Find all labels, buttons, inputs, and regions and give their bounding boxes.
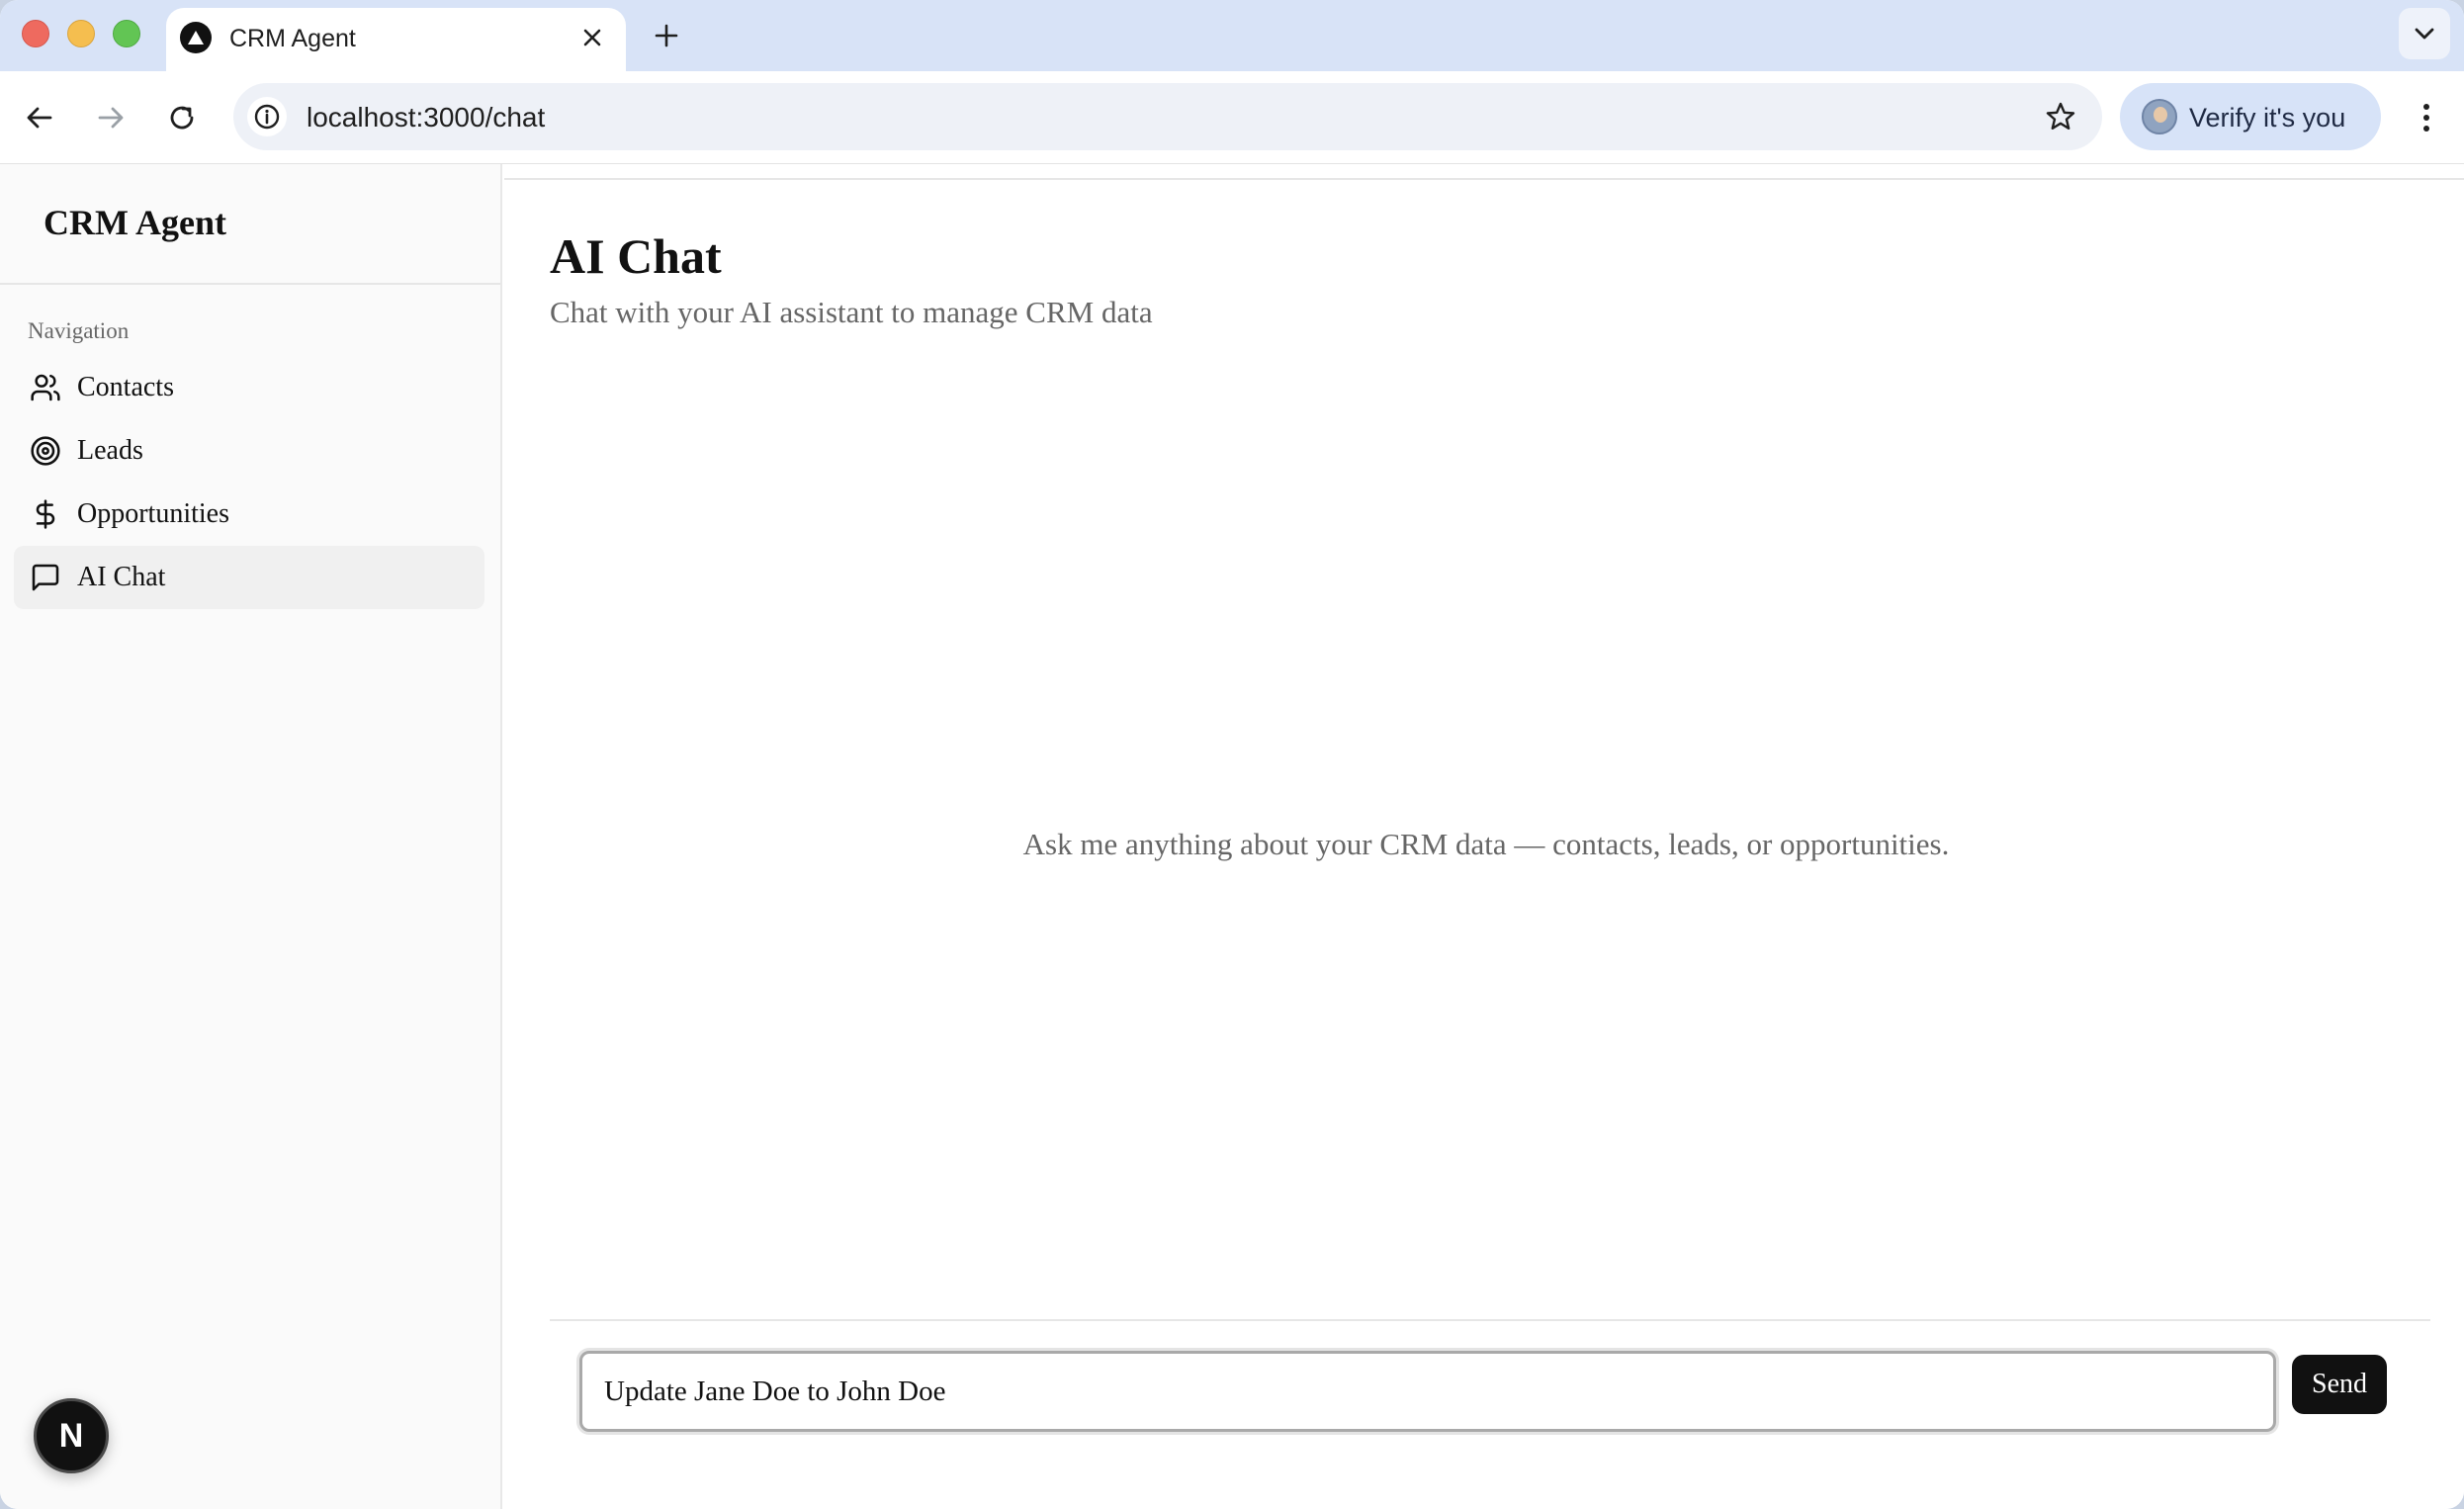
- page-title: AI Chat: [550, 228, 722, 284]
- message-square-icon: [28, 560, 63, 595]
- address-bar[interactable]: localhost:3000/chat: [233, 83, 2102, 150]
- divider: [0, 283, 500, 285]
- browser-window: CRM Agent localhost:3000/chat Verify it'…: [0, 0, 2464, 1509]
- browser-toolbar: localhost:3000/chat Verify it's you: [0, 71, 2464, 164]
- sidebar-item-leads[interactable]: Leads: [14, 419, 484, 483]
- page-subtitle: Chat with your AI assistant to manage CR…: [550, 295, 1153, 329]
- profile-avatar: [2142, 99, 2177, 134]
- tab-title: CRM Agent: [229, 25, 356, 52]
- close-window-button[interactable]: [22, 20, 49, 47]
- target-icon: [28, 433, 63, 469]
- brand-title: CRM Agent: [44, 203, 226, 242]
- chevron-down-icon[interactable]: [2399, 8, 2450, 59]
- sidebar-item-label: Leads: [77, 435, 143, 466]
- close-icon[interactable]: [574, 20, 610, 55]
- dev-tools-badge[interactable]: N: [34, 1398, 109, 1473]
- star-icon[interactable]: [2041, 97, 2080, 136]
- sidebar-item-label: Contacts: [77, 372, 174, 402]
- main-content: AI Chat Chat with your AI assistant to m…: [504, 164, 2464, 1509]
- minimize-window-button[interactable]: [67, 20, 95, 47]
- profile-verify-button[interactable]: Verify it's you: [2120, 83, 2381, 150]
- nav-heading: Navigation: [28, 318, 130, 343]
- sidebar-item-label: Opportunities: [77, 498, 229, 529]
- crm-app: CRM Agent Navigation Contacts Leads Oppo…: [0, 164, 2464, 1509]
- browser-tab[interactable]: CRM Agent: [166, 8, 626, 71]
- profile-label: Verify it's you: [2189, 103, 2346, 133]
- chat-input[interactable]: [579, 1351, 2276, 1432]
- reload-icon[interactable]: [158, 94, 206, 141]
- info-icon[interactable]: [247, 97, 287, 136]
- chat-empty-hint: Ask me anything about your CRM data — co…: [1022, 827, 1950, 861]
- new-tab-plus-icon[interactable]: [645, 14, 688, 57]
- sidebar-item-opportunities[interactable]: Opportunities: [14, 483, 484, 546]
- sidebar-item-contacts[interactable]: Contacts: [14, 356, 484, 419]
- back-arrow-icon[interactable]: [16, 94, 63, 141]
- divider: [504, 178, 2464, 180]
- url-text: localhost:3000/chat: [307, 102, 546, 133]
- forward-arrow-icon[interactable]: [87, 94, 134, 141]
- maximize-window-button[interactable]: [113, 20, 140, 47]
- tab-strip: CRM Agent: [0, 0, 2464, 71]
- sidebar-item-label: AI Chat: [77, 562, 166, 592]
- more-vertical-icon[interactable]: [2403, 94, 2450, 141]
- send-button[interactable]: Send: [2292, 1355, 2387, 1414]
- sidebar-item-ai-chat[interactable]: AI Chat: [14, 546, 484, 609]
- divider: [550, 1319, 2430, 1321]
- users-icon: [28, 370, 63, 405]
- triangle-logo-icon: [180, 22, 212, 53]
- sidebar: CRM Agent Navigation Contacts Leads Oppo…: [0, 164, 502, 1509]
- dollar-icon: [28, 496, 63, 532]
